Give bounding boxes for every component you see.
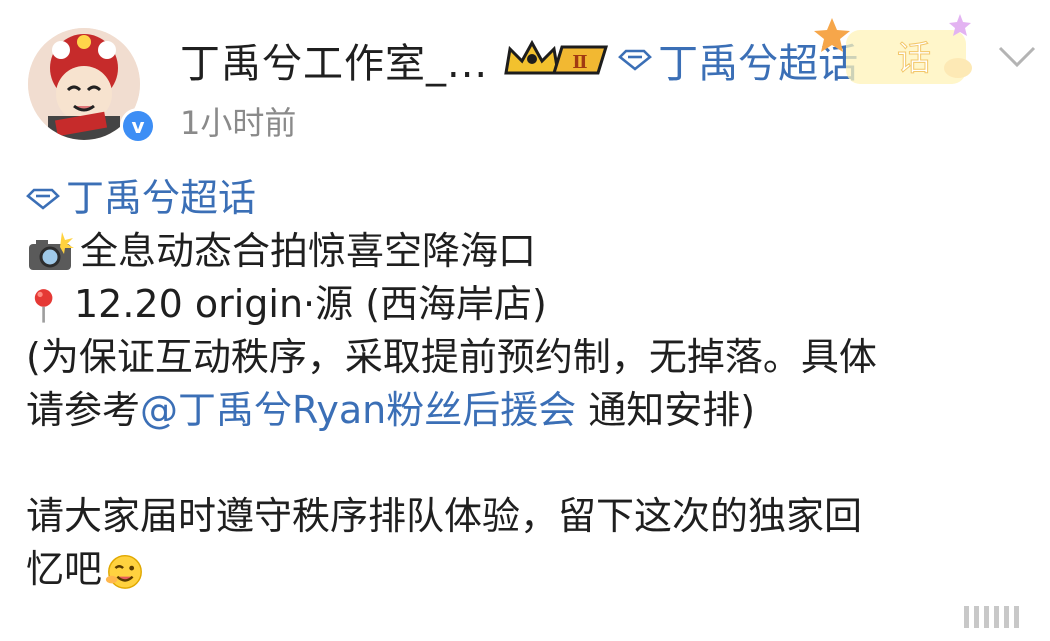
post-line-1-text: 全息动态合拍惊喜空降海口 (80, 229, 537, 273)
post-line-4-suffix: 通知安排) (576, 388, 756, 432)
avatar[interactable]: v (28, 28, 156, 146)
post-line-3-text: (为保证互动秩序，采取提前预约制，无掉落。具体 (26, 335, 877, 379)
post-line-5: 请大家届时遵守秩序排队体验，留下这次的独家回 (26, 490, 1036, 543)
post-header: v 丁禹兮工作室_... Ⅱ 丁禹兮超话 话 1小时前 (0, 0, 1050, 160)
diamond-icon (26, 188, 60, 210)
wink-emoji-icon (105, 554, 142, 589)
super-topic-badge-icon[interactable]: 话 (810, 10, 980, 90)
verified-icon: v (120, 108, 156, 144)
more-icon[interactable] (960, 596, 1030, 636)
post-topic-line: 丁禹兮超话 (26, 172, 1036, 225)
diamond-icon (618, 49, 653, 71)
name-row: 丁禹兮工作室_... Ⅱ 丁禹兮超话 (180, 30, 858, 90)
post-line-4-prefix: 请参考 (26, 388, 141, 432)
chevron-down-icon[interactable] (992, 38, 1042, 72)
post-line-4: 请参考 @丁禹兮Ryan粉丝后援会 通知安排) (26, 384, 1036, 437)
level-badge-text: Ⅱ (573, 52, 588, 73)
camera-flash-emoji-icon (29, 231, 74, 270)
username[interactable]: 丁禹兮工作室_... (180, 31, 488, 89)
post-line-5-text: 请大家届时遵守秩序排队体验，留下这次的独家回 (26, 494, 863, 538)
post-body: 丁禹兮超话 全息动态合拍惊喜空降海口 12.20 origin·源 (西海岸店)… (26, 172, 1036, 596)
post-line-6: 忆吧 (26, 543, 1036, 596)
post-line-3: (为保证互动秩序，采取提前预约制，无掉落。具体 (26, 331, 1036, 384)
post-line-2-text: 12.20 origin·源 (西海岸店) (74, 282, 547, 326)
super-badge-text: 话 (897, 39, 931, 79)
post-line-6-text: 忆吧 (26, 547, 103, 591)
post-line-2: 12.20 origin·源 (西海岸店) (26, 278, 1036, 331)
mention-link[interactable]: @丁禹兮Ryan粉丝后援会 (140, 384, 576, 437)
topic-tag-label: 丁禹兮超话 (66, 176, 257, 220)
post-line-1: 全息动态合拍惊喜空降海口 (26, 225, 1036, 278)
post-timestamp: 1小时前 (180, 104, 297, 142)
pushpin-emoji-icon (34, 288, 53, 323)
crown-level-badge-icon: Ⅱ (504, 39, 609, 75)
topic-tag-link[interactable]: 丁禹兮超话 (26, 172, 256, 225)
